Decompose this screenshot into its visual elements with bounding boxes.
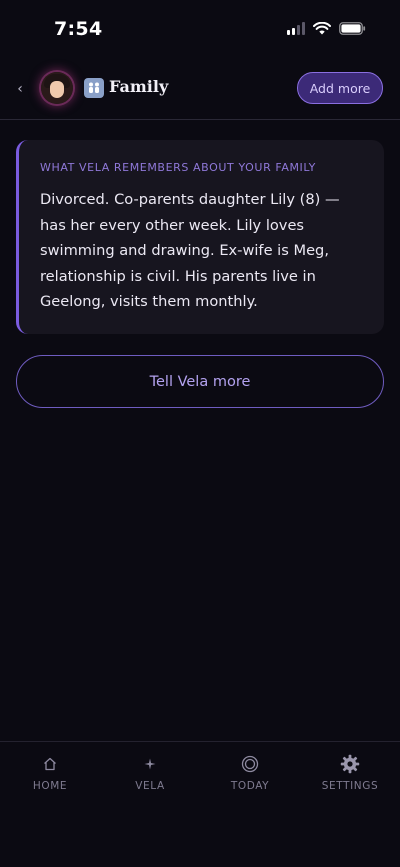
header: ‹ Family Add more (0, 60, 400, 120)
target-icon (241, 752, 259, 776)
nav-label-home: HOME (32, 780, 68, 792)
sparkle-icon (144, 752, 156, 776)
gear-icon (340, 752, 360, 776)
avatar[interactable] (41, 72, 73, 104)
status-time: 7:54 (54, 18, 103, 40)
nav-label-today: TODAY (230, 780, 270, 792)
memory-card: WHAT VELA REMEMBERS ABOUT YOUR FAMILY Di… (16, 140, 384, 334)
nav-item-today[interactable]: TODAY (200, 752, 300, 792)
nav-item-home[interactable]: HOME (0, 752, 100, 792)
wifi-icon (313, 22, 331, 35)
screen: 7:54 ‹ Family Add more WHAT VELA REMEMBE… (0, 0, 400, 867)
family-icon (84, 78, 104, 98)
battery-icon (339, 22, 366, 35)
page-title: Family (109, 77, 169, 96)
bottom-nav: HOME VELA TODAY SETTINGS (0, 741, 400, 867)
home-icon (43, 752, 57, 776)
memory-heading: WHAT VELA REMEMBERS ABOUT YOUR FAMILY (40, 161, 316, 174)
nav-label-settings: SETTINGS (321, 780, 379, 792)
back-button[interactable]: ‹ (12, 77, 28, 101)
nav-item-settings[interactable]: SETTINGS (300, 752, 400, 792)
nav-label-vela: VELA (135, 780, 165, 792)
status-icons (287, 22, 366, 35)
nav-item-vela[interactable]: VELA (100, 752, 200, 792)
status-bar: 7:54 (0, 0, 400, 58)
cellular-signal-icon (287, 22, 305, 35)
add-more-button[interactable]: Add more (297, 72, 383, 104)
memory-text: Divorced. Co-parents daughter Lily (8) —… (40, 191, 340, 310)
tell-vela-more-button[interactable]: Tell Vela more (16, 355, 384, 408)
chevron-left-icon: ‹ (17, 81, 23, 97)
